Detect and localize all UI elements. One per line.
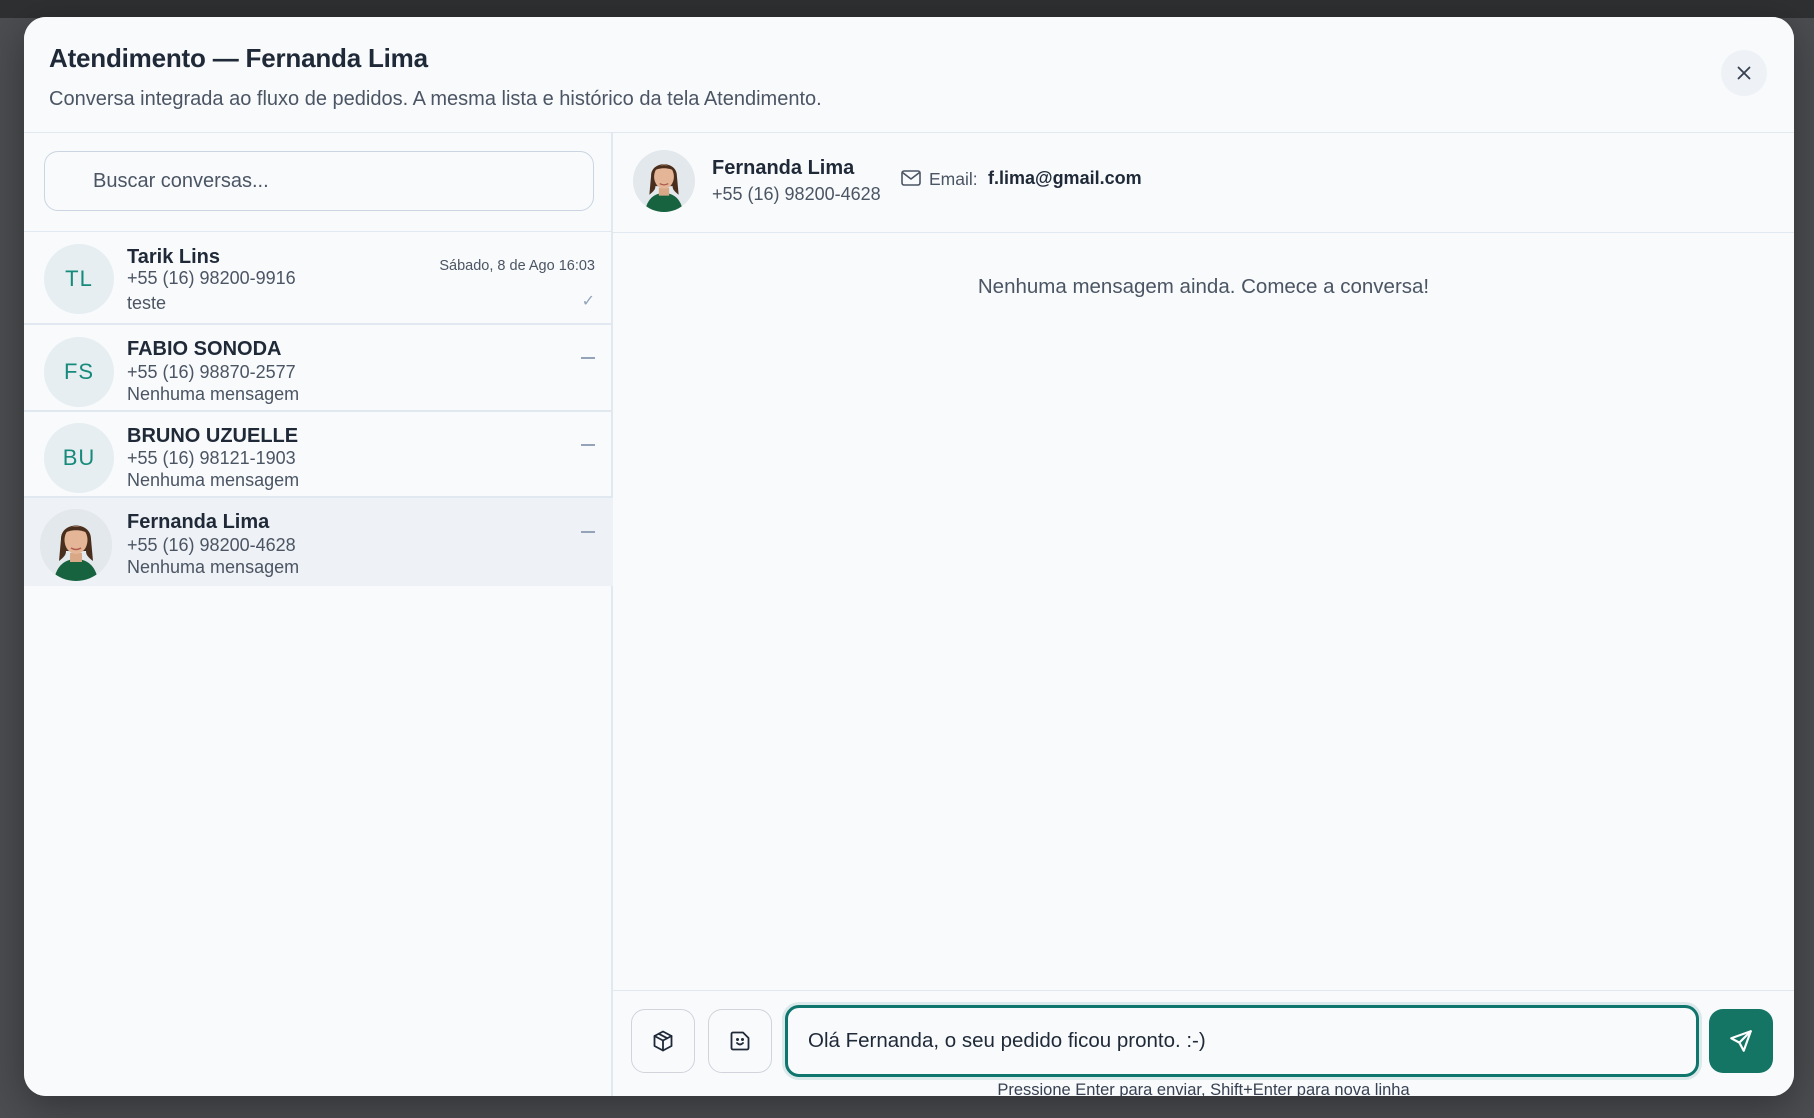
- modal-title: Atendimento — Fernanda Lima: [49, 43, 428, 73]
- email-value: f.lima@gmail.com: [988, 168, 1142, 188]
- conversation-name: Fernanda Lima: [127, 511, 270, 533]
- chat-header: Fernanda Lima +55 (16) 98200-4628 Email:…: [613, 133, 1794, 233]
- conversation-name: FABIO SONODA: [127, 338, 282, 360]
- send-icon: [1730, 1030, 1752, 1052]
- close-button[interactable]: [1721, 50, 1767, 96]
- package-button[interactable]: [631, 1009, 695, 1073]
- chat-avatar: [633, 150, 695, 212]
- chat-contact-phone: +55 (16) 98200-4628: [712, 184, 881, 204]
- no-status-dash-icon: [581, 531, 595, 533]
- search-input[interactable]: [44, 151, 594, 211]
- chat-contact-name: Fernanda Lima: [712, 157, 855, 179]
- conversation-sidebar: TL Tarik Lins +55 (16) 98200-9916 teste …: [24, 133, 613, 1096]
- conversation-name: Tarik Lins: [127, 246, 220, 268]
- conversation-item-fabio-sonoda[interactable]: FS FABIO SONODA +55 (16) 98870-2577 Nenh…: [24, 325, 613, 412]
- no-status-dash-icon: [581, 357, 595, 359]
- conversation-item-tarik-lins[interactable]: TL Tarik Lins +55 (16) 98200-9916 teste …: [24, 232, 613, 325]
- message-input[interactable]: [785, 1005, 1699, 1077]
- sticker-button[interactable]: [708, 1009, 772, 1073]
- conversation-last-message: teste: [127, 293, 167, 313]
- conversation-last-message: Nenhuma mensagem: [127, 384, 300, 404]
- conversation-phone: +55 (16) 98200-4628: [127, 535, 296, 555]
- close-icon: [1737, 66, 1751, 80]
- modal-subtitle: Conversa integrada ao fluxo de pedidos. …: [49, 88, 822, 110]
- chat-modal: Atendimento — Fernanda Lima Conversa int…: [24, 17, 1794, 1096]
- read-check-icon: ✓: [581, 293, 595, 310]
- conversation-item-bruno-uzuelle[interactable]: BU BRUNO UZUELLE +55 (16) 98121-1903 Nen…: [24, 412, 613, 498]
- email-label: Email:: [929, 169, 978, 189]
- person-photo-icon: [633, 150, 695, 212]
- conversation-last-message: Nenhuma mensagem: [127, 557, 300, 577]
- conversation-phone: +55 (16) 98200-9916: [127, 268, 296, 288]
- sticker-icon: [730, 1031, 750, 1051]
- modal-header: Atendimento — Fernanda Lima Conversa int…: [24, 17, 1794, 133]
- conversation-item-fernanda-lima[interactable]: Fernanda Lima +55 (16) 98200-4628 Nenhum…: [24, 498, 613, 586]
- avatar-photo: [40, 509, 112, 581]
- no-status-dash-icon: [581, 444, 595, 446]
- avatar: FS: [44, 337, 114, 407]
- avatar: BU: [44, 423, 114, 493]
- conversation-name: BRUNO UZUELLE: [127, 425, 299, 447]
- conversation-phone: +55 (16) 98870-2577: [127, 362, 296, 382]
- chat-pane: Fernanda Lima +55 (16) 98200-4628 Email:…: [613, 133, 1794, 1096]
- background-topbar: [0, 0, 1814, 18]
- package-icon: [653, 1030, 673, 1052]
- conversation-last-message: Nenhuma mensagem: [127, 470, 300, 490]
- empty-chat-message: Nenhuma mensagem ainda. Comece a convers…: [977, 275, 1430, 298]
- mail-icon: [901, 170, 921, 186]
- message-composer: Pressione Enter para enviar, Shift+Enter…: [613, 990, 1794, 1096]
- composer-hint: Pressione Enter para enviar, Shift+Enter…: [997, 1081, 1410, 1096]
- conversation-phone: +55 (16) 98121-1903: [127, 448, 296, 468]
- avatar: TL: [44, 244, 114, 314]
- search-box: [44, 151, 594, 211]
- person-photo-icon: [40, 509, 112, 581]
- conversation-time: Sábado, 8 de Ago 16:03: [439, 258, 595, 274]
- send-button[interactable]: [1709, 1009, 1773, 1073]
- conversation-list: TL Tarik Lins +55 (16) 98200-9916 teste …: [24, 232, 613, 586]
